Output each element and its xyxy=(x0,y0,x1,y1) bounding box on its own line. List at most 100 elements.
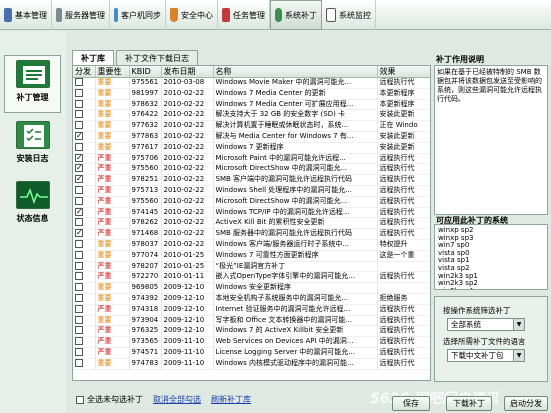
sidebar-item-patch-management[interactable]: 补丁管理 xyxy=(4,55,61,113)
row-checkbox[interactable] xyxy=(75,315,83,324)
row-checkbox[interactable] xyxy=(75,78,83,86)
desc-title: 补丁作用说明 xyxy=(436,55,484,64)
row-checkbox[interactable] xyxy=(75,229,83,238)
row-importance: 重要 xyxy=(95,88,130,100)
table-row[interactable]: 重要 973904 2009-12-10 写字板和 Office 文本转换器中的漏洞可… xyxy=(73,315,430,327)
col-kbid[interactable]: KBID xyxy=(129,66,162,78)
table-row[interactable]: 重要 978632 2010-02-22 Windows 7 Media Center… xyxy=(73,99,430,111)
sidebar-item-status-info[interactable]: 状态信息 xyxy=(4,177,61,235)
row-date: 2010-02-22 xyxy=(161,196,214,208)
table-row[interactable]: 严重 973565 2009-11-10 Web Services on Device… xyxy=(73,336,430,348)
row-checkbox[interactable] xyxy=(75,293,83,302)
table-row[interactable]: 严重 976325 2009-12-10 Windows 7 的 ActiveX Ki… xyxy=(73,325,430,338)
row-checkbox[interactable] xyxy=(75,347,83,356)
table-row[interactable]: 重要 977074 2010-01-25 Windows 7 可靠性方面更新程序 这是一… xyxy=(73,250,430,262)
table-row[interactable]: 严重9714682010-02-22SMB 服务器中的漏洞可能允许远程执行代码远… xyxy=(73,228,430,240)
row-checkbox[interactable] xyxy=(75,218,83,227)
row-date: 2009-11-10 xyxy=(161,358,214,370)
row-kbid: 973904 xyxy=(129,315,162,327)
refresh-library-link[interactable]: 刷新补丁库 xyxy=(211,394,251,405)
nav-client-sync[interactable]: 客户机同步 xyxy=(110,0,166,30)
nav-basic[interactable]: 基本管理 xyxy=(0,0,52,30)
row-checkbox[interactable] xyxy=(75,164,83,173)
tab-download-log[interactable]: 补丁文件下载日志 xyxy=(116,50,198,65)
table-row[interactable]: 严重9755602010-02-22Microsoft DirectShow 中… xyxy=(73,196,430,208)
row-checkbox[interactable] xyxy=(75,99,83,108)
nav-server[interactable]: 服务器管理 xyxy=(52,0,110,30)
row-checkbox[interactable] xyxy=(75,88,83,97)
row-checkbox[interactable] xyxy=(75,131,83,141)
table-row[interactable]: 严重 978207 2010-01-25 “极光”IE漏洞官方补丁 xyxy=(73,261,430,273)
col-importance[interactable]: 重要性 xyxy=(95,66,130,78)
table-row[interactable]: 严重 972270 2010-01-11 嵌入式OpenType字体引擎中的漏洞可能允… xyxy=(73,271,430,284)
table-row[interactable]: 严重 974571 2009-11-10 License Logging Server… xyxy=(73,347,430,359)
row-checkbox[interactable] xyxy=(75,326,83,335)
col-distribute[interactable]: 分发 xyxy=(73,66,96,78)
table-row[interactable]: 重要 976422 2010-02-22 解决支持大于 32 GB 的安全数字 (SD… xyxy=(73,109,430,122)
row-checkbox[interactable] xyxy=(75,110,83,119)
table-row[interactable]: 重要 969805 2009-12-10 Windows 安全更新程序 xyxy=(73,282,430,294)
patch-list-icon xyxy=(15,60,50,88)
table-row[interactable]: 严重9757062010-02-22Microsoft Paint 中的漏洞可能… xyxy=(73,153,430,165)
table-row[interactable]: 重要 981997 2010-02-22 Windows 7 Media Center… xyxy=(73,88,430,100)
row-checkbox[interactable] xyxy=(75,250,83,259)
nav-system-monitor[interactable]: 系统监控 xyxy=(322,0,376,30)
table-row[interactable]: 重要 975561 2010-03-08 Windows Movie Maker 中的… xyxy=(73,77,430,89)
row-checkbox[interactable] xyxy=(75,121,83,130)
table-row[interactable]: 重要9778632010-02-22解决与 Media Center for W… xyxy=(73,131,430,143)
table-row[interactable]: 严重 975713 2010-02-22 Windows Shell 处理程序中的漏洞… xyxy=(73,185,430,197)
row-checkbox[interactable] xyxy=(75,142,83,151)
row-checkbox[interactable] xyxy=(75,239,83,248)
select-all-checkbox[interactable] xyxy=(76,395,84,404)
row-checkbox[interactable] xyxy=(75,175,83,184)
row-importance: 重要 xyxy=(95,142,130,154)
language-select[interactable]: 下载中文补丁包 ▼ xyxy=(447,349,525,362)
table-row[interactable]: 重要 977617 2010-02-22 Windows 7 更新程序 安装此更新 xyxy=(73,142,430,154)
table-row[interactable]: 重要 974392 2009-12-10 本地安全机构子系统服务中的漏洞可能允... 拒… xyxy=(73,293,430,305)
patch-icon xyxy=(275,8,282,22)
table-row[interactable]: 严重 974318 2009-12-10 Internet 验证服务中的漏洞可能允许远… xyxy=(73,304,430,316)
save-button[interactable]: 保存 xyxy=(392,396,430,411)
row-checkbox[interactable] xyxy=(75,272,83,281)
row-checkbox[interactable] xyxy=(75,261,83,270)
table-row[interactable]: 严重9782512010-02-22SMB 客户端中的漏洞可能允许远程执行代码远… xyxy=(73,174,430,186)
cancel-all-link[interactable]: 取消全部勾选 xyxy=(153,394,201,405)
col-date[interactable]: 发布日期 xyxy=(161,66,214,78)
row-checkbox[interactable] xyxy=(75,283,83,292)
row-kbid: 978207 xyxy=(129,261,162,273)
row-effect: 本更新程序 xyxy=(377,88,430,100)
row-effect: 远程执行代 xyxy=(377,304,430,316)
filter-panel: 按操作系统筛选补丁 全部系统 ▼ 选择所需补丁文件的语言 下载中文补丁包 ▼ xyxy=(434,296,548,382)
table-row[interactable]: 严重9755602010-02-22Microsoft DirectShow 中… xyxy=(73,163,430,176)
row-kbid: 978632 xyxy=(129,99,162,111)
row-checkbox[interactable] xyxy=(75,185,83,194)
table-row[interactable]: 重要 978037 2010-02-22 Windows 客户端/服务器运行时子系统中… xyxy=(73,239,430,251)
row-checkbox[interactable] xyxy=(75,153,83,162)
col-effect[interactable]: 效果 xyxy=(377,66,430,78)
row-kbid: 977617 xyxy=(129,142,162,154)
tab-patch-library[interactable]: 补丁库 xyxy=(72,50,114,65)
nav-system-patch[interactable]: 系统补丁 xyxy=(270,0,322,30)
table-row[interactable]: 重要 977632 2010-02-22 解决计算机置于睡眠或休眠状态时，系统... 正… xyxy=(73,120,430,132)
os-filter-select[interactable]: 全部系统 ▼ xyxy=(447,318,525,331)
table-row[interactable]: 重要 974783 2009-11-10 Windows 内核模式驱动程序中的漏洞可能… xyxy=(73,358,430,370)
sidebar-item-install-log[interactable]: 安装日志 xyxy=(4,117,61,175)
row-checkbox[interactable] xyxy=(75,358,83,367)
row-effect: 远程执行代 xyxy=(377,325,430,338)
table-row[interactable]: 严重9741452010-02-22Windows TCP/IP 中的漏洞可能允… xyxy=(73,207,430,219)
row-checkbox[interactable] xyxy=(75,337,83,346)
row-name: 嵌入式OpenType字体引擎中的漏洞可能允... xyxy=(213,271,378,284)
row-checkbox[interactable] xyxy=(75,207,83,216)
row-checkbox[interactable] xyxy=(75,304,83,313)
row-effect: 远程执行代 xyxy=(377,217,430,230)
row-distribute-cell xyxy=(73,228,96,240)
col-name[interactable]: 名称 xyxy=(213,66,378,78)
row-effect: 拒绝服务 xyxy=(377,293,430,305)
row-checkbox[interactable] xyxy=(75,196,83,205)
download-patch-button[interactable]: 下载补丁 xyxy=(446,396,492,411)
table-row[interactable]: 严重 978262 2010-02-22 ActiveX Kill Bit 的累积性安… xyxy=(73,217,430,230)
nav-task[interactable]: 任务管理 xyxy=(218,0,270,30)
nav-security[interactable]: 安全中心 xyxy=(166,0,218,30)
start-distribute-button[interactable]: 启动分发 xyxy=(504,396,548,411)
row-date: 2010-02-22 xyxy=(161,228,214,240)
